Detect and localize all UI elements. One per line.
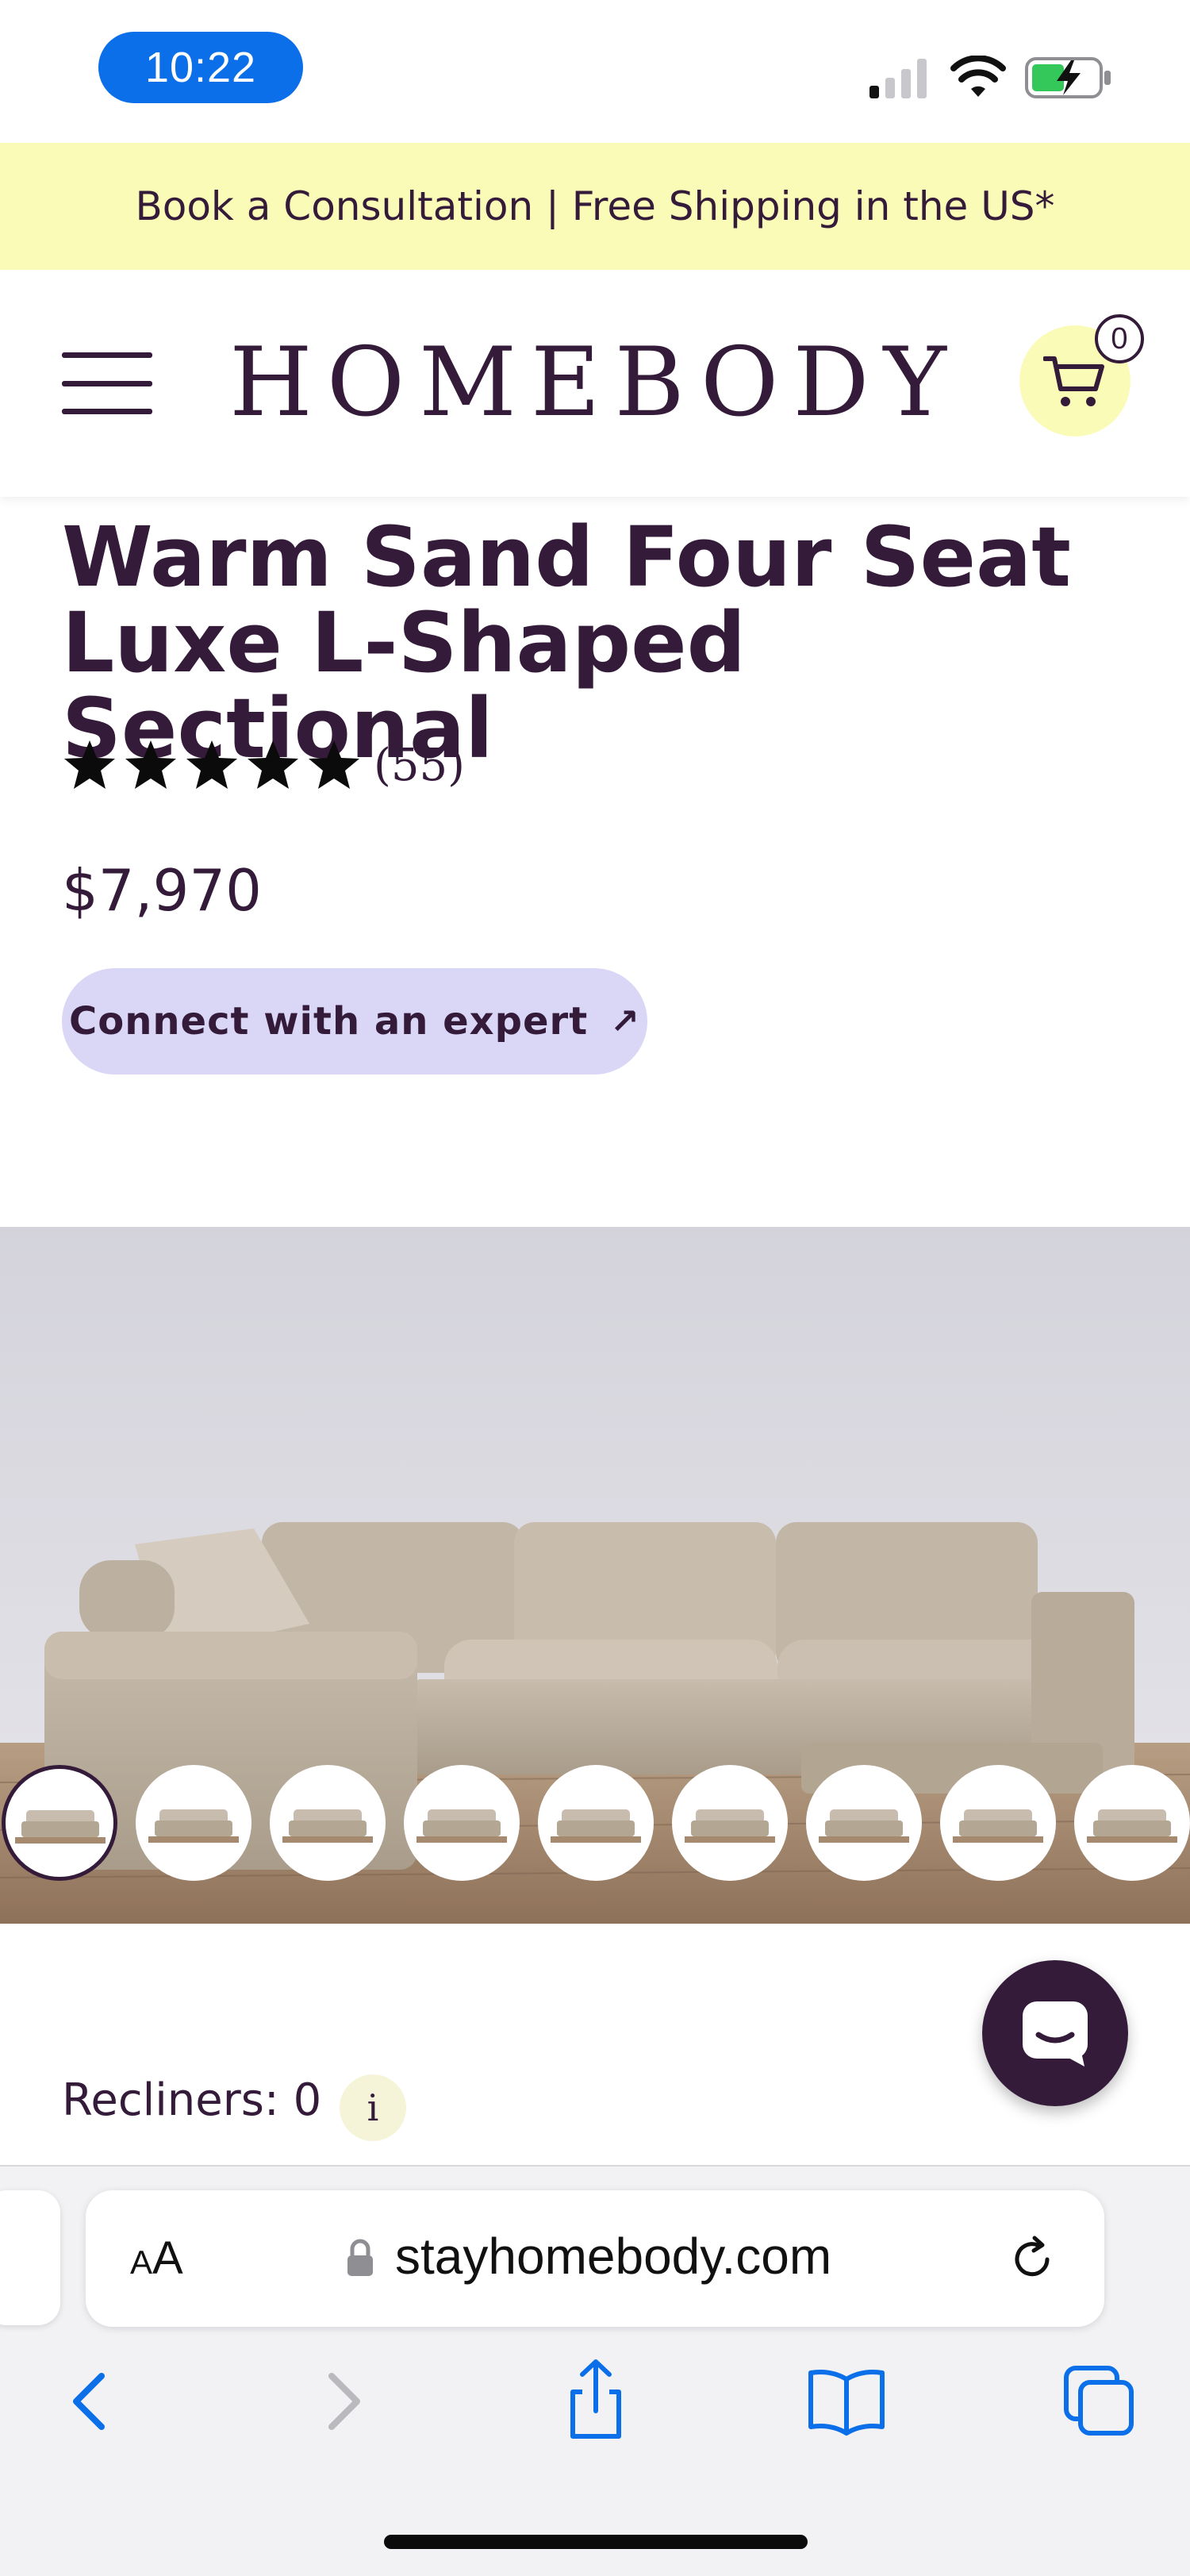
recliners-label: Recliners: 0 [62,2074,322,2126]
thumbnail-strip [0,1765,1190,1884]
signal-icon [869,59,927,98]
chat-button[interactable] [982,1960,1128,2106]
external-arrow-icon: ↗ [610,1001,641,1042]
reload-icon[interactable] [1008,2235,1057,2284]
sofa-thumbnail-image [819,1809,909,1843]
review-count: (55) [374,739,465,791]
url-text: stayhomebody.com [395,2228,832,2285]
gallery-thumbnail[interactable] [672,1765,788,1881]
info-icon[interactable]: i [340,2074,406,2141]
connect-expert-button[interactable]: Connect with an expert ↗ [62,968,647,1075]
product-title-line1: Warm Sand Four Seat [62,509,1071,606]
back-icon[interactable] [44,2357,132,2444]
promo-banner[interactable]: Book a Consultation | Free Shipping in t… [0,143,1190,270]
sofa-thumbnail-image [282,1809,373,1843]
sofa-thumbnail-image [148,1809,239,1843]
address-bar[interactable]: AA stayhomebody.com [86,2190,1104,2327]
home-indicator [384,2535,808,2549]
gallery-thumbnail[interactable] [806,1765,922,1881]
wifi-icon [950,56,1006,97]
cart-count-badge: 0 [1095,314,1144,363]
share-icon[interactable] [552,2357,639,2444]
gallery-thumbnail[interactable] [270,1765,386,1881]
shopping-cart-icon [1043,356,1104,406]
gallery-thumbnail[interactable] [404,1765,520,1881]
site-header: HOMEBODY 0 [0,270,1190,497]
reader-text-size-button[interactable]: AA [130,2232,183,2285]
status-time: 10:22 [98,32,303,103]
forward-icon[interactable] [301,2357,389,2444]
hamburger-menu-icon[interactable] [62,352,152,414]
star-icon [248,740,298,789]
rating-stars [62,737,367,793]
sofa-thumbnail-image [551,1809,641,1843]
battery-charging-icon [1025,57,1111,98]
gallery-thumbnail[interactable] [1074,1765,1190,1881]
star-icon [64,740,115,789]
sofa-thumbnail-image [416,1809,507,1843]
gallery-thumbnail[interactable] [136,1765,251,1881]
gallery-thumbnail[interactable] [940,1765,1056,1881]
sofa-thumbnail-image [953,1809,1043,1843]
tabs-icon[interactable] [1055,2357,1142,2444]
product-rating[interactable]: (55) [62,733,465,797]
sofa-thumbnail-image [1087,1809,1177,1843]
browser-nav-bar [0,2357,1190,2452]
previous-tab-peek[interactable] [0,2190,60,2325]
lock-icon [347,2239,373,2276]
promo-text: Book a Consultation | Free Shipping in t… [135,183,1055,229]
star-icon [186,740,237,789]
sofa-thumbnail-image [15,1810,106,1844]
connect-expert-label: Connect with an expert [68,999,589,1044]
status-bar: 10:22 [0,0,1190,143]
sofa-thumbnail-image [685,1809,775,1843]
gallery-thumbnail[interactable] [2,1765,117,1881]
bookmarks-icon[interactable] [803,2357,890,2444]
logo[interactable]: HOMEBODY [229,327,952,438]
gallery-thumbnail[interactable] [538,1765,654,1881]
chat-icon [1023,2001,1088,2067]
star-icon [125,740,176,789]
star-icon [309,740,359,789]
product-price: $7,970 [62,857,262,924]
